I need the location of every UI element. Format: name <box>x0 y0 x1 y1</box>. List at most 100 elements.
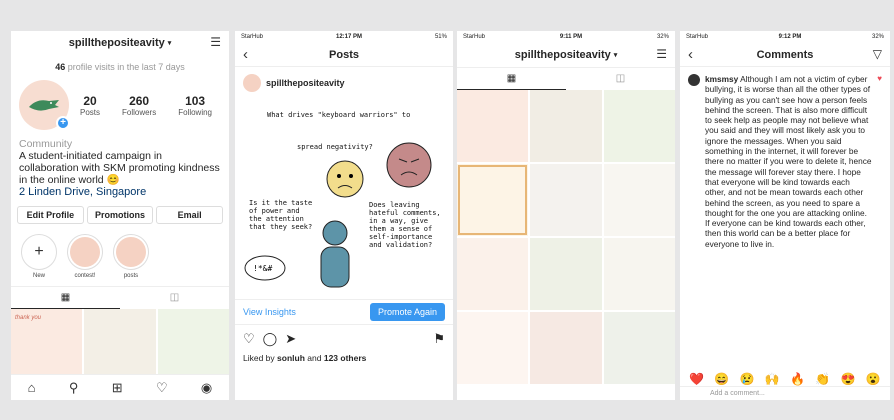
grid-post[interactable] <box>457 164 529 236</box>
comment-icon[interactable]: ◯ <box>263 331 278 347</box>
like-comment-icon[interactable]: ♥ <box>877 74 882 249</box>
emoji-button[interactable]: 😮 <box>866 372 881 386</box>
poster-avatar[interactable] <box>243 74 261 92</box>
menu-icon[interactable]: ☰ <box>210 35 221 49</box>
emoji-button[interactable]: ❤️ <box>689 372 704 386</box>
grid-screen: StarHub 9:11 PM 32% spillthepositeavity ▾ ☰… <box>457 31 675 400</box>
emoji-button[interactable]: 🔥 <box>790 372 805 386</box>
grid-post[interactable] <box>530 312 602 384</box>
grid-post[interactable] <box>603 164 675 236</box>
highlight-new[interactable]: + New <box>21 234 57 279</box>
comments-header: ‹ Comments ▽ <box>680 43 890 67</box>
worried-face-icon <box>326 160 364 198</box>
filter-icon[interactable]: ▽ <box>873 47 882 61</box>
profile-icon[interactable]: ◉ <box>201 380 212 396</box>
add-comment-input[interactable]: Add a comment... <box>680 386 890 400</box>
liked-prefix: Liked by <box>243 353 275 363</box>
posts-stat[interactable]: 20 Posts <box>80 94 100 117</box>
grid-post[interactable]: thank you <box>11 309 83 381</box>
highlight-label: contest! <box>74 273 96 279</box>
avatar[interactable]: + <box>19 80 70 130</box>
posts-count: 20 <box>83 93 97 108</box>
grid-post[interactable] <box>530 238 602 310</box>
image-text: What drives "keyboard warriors" to <box>267 111 411 119</box>
following-stat[interactable]: 103 Following <box>178 94 212 117</box>
highlight-thumb <box>70 237 100 267</box>
speech-bubble-icon: !*&# <box>244 255 286 281</box>
emoji-button[interactable]: 😢 <box>740 372 755 386</box>
highlight-label: New <box>32 273 45 279</box>
status-bar: StarHub 9:12 PM 32% <box>680 31 890 43</box>
poster-username[interactable]: spillthepositeavity <box>266 78 345 88</box>
promotions-button[interactable]: Promotions <box>86 206 154 224</box>
bottom-nav: ⌂ ⚲ ⊞ ♡ ◉ <box>11 374 229 400</box>
heart-icon[interactable]: ♡ <box>156 380 168 396</box>
carrier: StarHub <box>463 34 486 40</box>
add-story-icon[interactable]: + <box>56 116 70 130</box>
collage: spillthepositeavity ▾ ☰ 46 profile visits… <box>0 0 894 420</box>
clock: 9:11 PM <box>559 34 583 40</box>
promote-again-button[interactable]: Promote Again <box>369 303 445 321</box>
grid-tab-icon[interactable]: ▦ <box>457 68 566 90</box>
commenter-avatar[interactable] <box>688 74 700 86</box>
profile-visits[interactable]: 46 profile visits in the last 7 days <box>11 55 229 72</box>
grid-post[interactable] <box>603 90 675 162</box>
bookmark-icon[interactable]: ⚑ <box>433 331 445 347</box>
highlight-contest[interactable]: contest! <box>67 234 103 279</box>
angry-face-icon <box>386 142 432 188</box>
email-button[interactable]: Email <box>156 206 224 224</box>
back-icon[interactable]: ‹ <box>688 46 693 63</box>
grid-post[interactable] <box>457 312 529 384</box>
chevron-down-icon[interactable]: ▾ <box>614 51 618 59</box>
grid-post[interactable] <box>157 309 229 381</box>
highlight-posts[interactable]: posts <box>113 234 149 279</box>
like-icon[interactable]: ♡ <box>243 331 255 347</box>
edit-profile-button[interactable]: Edit Profile <box>17 206 84 224</box>
grid-tab-icon[interactable]: ▦ <box>11 287 120 309</box>
emoji-button[interactable]: 😄 <box>714 372 729 386</box>
status-bar: StarHub 12:17 PM 51% <box>235 31 453 43</box>
new-post-icon[interactable]: ⊞ <box>112 380 123 396</box>
grid-post[interactable] <box>603 312 675 384</box>
emoji-button[interactable]: 👏 <box>815 372 830 386</box>
tagged-tab-icon[interactable]: ◫ <box>566 68 675 90</box>
clock: 12:17 PM <box>335 34 362 40</box>
liked-count[interactable]: 123 others <box>324 353 367 363</box>
carrier: StarHub <box>241 34 264 40</box>
following-count: 103 <box>185 93 206 108</box>
profile-address[interactable]: 2 Linden Drive, Singapore <box>19 186 221 198</box>
grid-post[interactable] <box>530 90 602 162</box>
profile-screen: spillthepositeavity ▾ ☰ 46 profile visits… <box>11 31 229 400</box>
back-icon[interactable]: ‹ <box>243 46 248 63</box>
battery: 32% <box>871 34 884 40</box>
tagged-tab-icon[interactable]: ◫ <box>120 287 229 309</box>
grid-post[interactable] <box>603 238 675 310</box>
view-insights-link[interactable]: View Insights <box>243 307 296 317</box>
grid-post[interactable] <box>457 90 529 162</box>
profile-username[interactable]: spillthepositeavity <box>69 37 165 49</box>
highlight-thumb <box>116 237 146 267</box>
emoji-button[interactable]: 😍 <box>841 372 856 386</box>
grid-post[interactable] <box>530 164 602 236</box>
menu-icon[interactable]: ☰ <box>656 47 667 61</box>
likes-summary[interactable]: Liked by sonluh and 123 others <box>235 353 453 363</box>
search-icon[interactable]: ⚲ <box>69 380 79 396</box>
carrier: StarHub <box>686 34 709 40</box>
highlight-label: posts <box>123 273 139 279</box>
image-text: Does leaving hateful comments, in a way,… <box>369 201 441 249</box>
share-icon[interactable]: ➤ <box>285 331 296 347</box>
chevron-down-icon[interactable]: ▾ <box>168 39 172 47</box>
profile-username[interactable]: spillthepositeavity <box>515 49 611 61</box>
post-image[interactable]: What drives "keyboard warriors" to sprea… <box>235 99 453 299</box>
battery: 51% <box>434 34 447 40</box>
commenter-username[interactable]: kmsmsy <box>705 74 738 84</box>
post-header: ‹ Posts <box>235 43 453 67</box>
profile-bio: Community A student-initiated campaign i… <box>11 130 229 198</box>
grid-post[interactable] <box>457 238 529 310</box>
status-bar: StarHub 9:11 PM 32% <box>457 31 675 43</box>
followers-stat[interactable]: 260 Followers <box>122 94 156 117</box>
liked-user[interactable]: sonluh <box>277 353 305 363</box>
emoji-button[interactable]: 🙌 <box>765 372 780 386</box>
home-icon[interactable]: ⌂ <box>28 380 36 395</box>
grid-post[interactable] <box>84 309 156 381</box>
